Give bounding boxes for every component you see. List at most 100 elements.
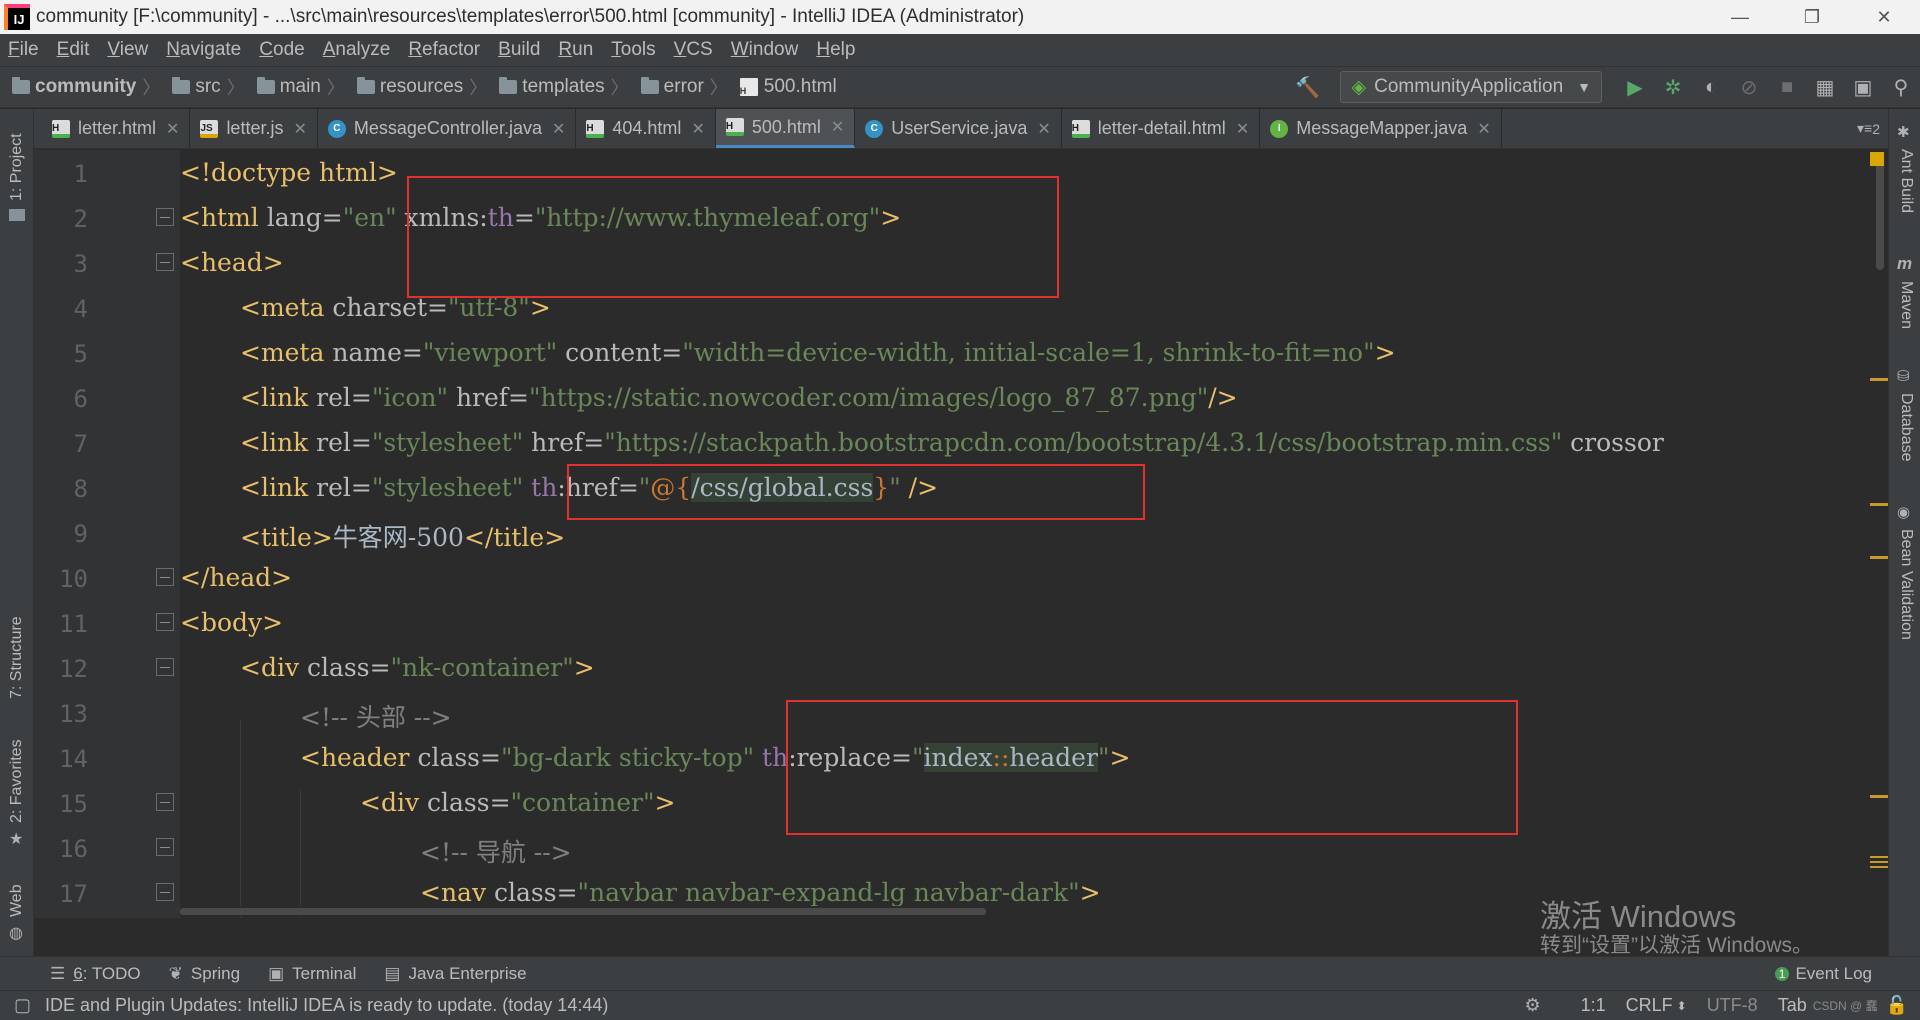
scrollbar-thumb[interactable]	[180, 908, 986, 915]
debug-icon[interactable]: ✲	[1654, 75, 1692, 100]
scrollbar-thumb[interactable]	[1876, 160, 1884, 270]
breadcrumb-resources[interactable]: resources 〉	[345, 74, 487, 100]
menu-analyze[interactable]: Analyze	[314, 39, 400, 61]
presentation-icon[interactable]: ▣	[1844, 75, 1882, 100]
line-separator[interactable]: CRLF	[1626, 995, 1673, 1016]
run-configuration-select[interactable]: ◈ CommunityApplication ▼	[1340, 71, 1602, 103]
fold-marker[interactable]	[156, 838, 174, 856]
search-icon[interactable]: ⚲	[1882, 75, 1920, 100]
close-tab-icon[interactable]: ✕	[1477, 119, 1490, 139]
close-tab-icon[interactable]: ✕	[552, 119, 565, 139]
settings-gear-icon[interactable]: ⚙	[1524, 995, 1540, 1016]
close-tab-icon[interactable]: ✕	[166, 119, 179, 139]
menu-build[interactable]: Build	[489, 39, 549, 61]
menu-run[interactable]: Run	[549, 39, 602, 61]
close-tab-icon[interactable]: ✕	[293, 119, 306, 139]
tab-message-controller[interactable]: C MessageController.java ✕	[318, 109, 577, 148]
menu-refactor[interactable]: Refactor	[399, 39, 489, 61]
tool-java-enterprise[interactable]: ▤ Java Enterprise	[384, 964, 526, 984]
fold-marker[interactable]	[156, 658, 174, 676]
caret-position[interactable]: 1:1	[1581, 995, 1606, 1016]
tool-structure[interactable]: 7: Structure	[8, 616, 26, 699]
fold-marker[interactable]	[156, 883, 174, 901]
line-number: 2	[73, 205, 88, 233]
tool-web[interactable]: Web	[8, 884, 26, 917]
warning-stripe[interactable]	[1870, 866, 1888, 868]
minimize-button[interactable]: —	[1704, 7, 1776, 28]
file-encoding[interactable]: UTF-8	[1707, 995, 1758, 1016]
profile-icon[interactable]: ⊘	[1730, 75, 1768, 100]
close-button[interactable]: ✕	[1848, 7, 1920, 28]
menu-edit[interactable]: Edit	[48, 39, 99, 61]
menu-file[interactable]: File	[0, 39, 48, 61]
stop-icon[interactable]: ■	[1768, 76, 1806, 99]
build-hammer-icon[interactable]: 🔨	[1288, 75, 1326, 100]
project-structure-icon[interactable]: ▦	[1806, 75, 1844, 100]
chevron-down-icon: ▼	[1577, 79, 1591, 95]
tool-ant-build[interactable]: Ant Build	[1897, 149, 1915, 213]
tab-letter-detail-html[interactable]: Hletter-detail.html ✕	[1062, 109, 1261, 148]
lock-icon[interactable]: 🔓	[1886, 995, 1908, 1016]
folder-icon	[256, 77, 275, 94]
warning-stripe[interactable]	[1870, 378, 1888, 381]
fold-marker[interactable]	[156, 793, 174, 811]
indent-setting[interactable]: Tab	[1778, 995, 1807, 1016]
fold-marker[interactable]	[156, 568, 174, 586]
close-tab-icon[interactable]: ✕	[831, 117, 844, 137]
restore-button[interactable]: ❐	[1776, 7, 1848, 28]
toolbar-right: 🔨 ◈ CommunityApplication ▼ ▶ ✲ ◐ ⊘ ■ ▦ ▣…	[1288, 67, 1920, 107]
tab-500-html[interactable]: H 500.html ✕	[715, 109, 856, 148]
editor-vertical-scrollbar[interactable]	[1874, 150, 1888, 918]
breadcrumb-error[interactable]: error 〉	[629, 74, 728, 100]
tool-event-log[interactable]: 1 Event Log	[1774, 964, 1872, 984]
close-tab-icon[interactable]: ✕	[691, 119, 704, 139]
menu-navigate[interactable]: Navigate	[157, 39, 250, 61]
java-class-icon: C	[865, 119, 884, 138]
tool-spring[interactable]: ❦ Spring	[169, 964, 240, 984]
warning-stripe[interactable]	[1870, 856, 1888, 858]
breadcrumb-file[interactable]: H 500.html	[728, 76, 837, 98]
menu-vcs[interactable]: VCS	[665, 39, 722, 61]
menu-view[interactable]: View	[98, 39, 157, 61]
warning-stripe[interactable]	[1870, 861, 1888, 863]
tool-database[interactable]: Database	[1897, 393, 1915, 462]
menu-window[interactable]: Window	[722, 39, 808, 61]
breadcrumb-community[interactable]: community 〉	[0, 74, 160, 100]
warning-stripe[interactable]	[1870, 556, 1888, 559]
run-icon[interactable]: ▶	[1616, 75, 1654, 100]
code-editor[interactable]: <!doctype html> <html lang="en" xmlns:th…	[180, 150, 1888, 918]
fold-marker[interactable]	[156, 208, 174, 226]
tab-404-html[interactable]: H 404.html ✕	[576, 109, 716, 148]
tab-letter-html[interactable]: Hletter.html ✕	[42, 109, 191, 148]
menu-code[interactable]: Code	[250, 39, 313, 61]
close-tab-icon[interactable]: ✕	[1037, 119, 1050, 139]
breadcrumb-src[interactable]: src 〉	[160, 74, 245, 100]
toggle-tool-windows-icon[interactable]: ▢	[14, 995, 31, 1016]
tool-project[interactable]: 1: Project	[8, 133, 26, 201]
analysis-warning-icon[interactable]	[1870, 152, 1884, 166]
project-folder-icon	[9, 209, 25, 221]
tool-bean-validation[interactable]: Bean Validation	[1897, 529, 1915, 640]
fold-marker[interactable]	[156, 253, 174, 271]
menu-tools[interactable]: Tools	[602, 39, 664, 61]
coverage-icon[interactable]: ◐	[1692, 76, 1730, 99]
breadcrumb-main[interactable]: main 〉	[245, 74, 345, 100]
close-tab-icon[interactable]: ✕	[1236, 119, 1249, 139]
tab-user-service[interactable]: C UserService.java ✕	[855, 109, 1062, 148]
breadcrumb-templates[interactable]: templates 〉	[487, 74, 629, 100]
fold-marker[interactable]	[156, 613, 174, 631]
menu-help[interactable]: Help	[807, 39, 864, 61]
warning-stripe[interactable]	[1870, 503, 1888, 506]
tool-maven[interactable]: Maven	[1897, 281, 1915, 329]
terminal-icon: ▣	[268, 963, 285, 983]
tool-favorites[interactable]: 2: Favorites	[8, 739, 26, 823]
tool-todo[interactable]: ☰ 6: TODO	[50, 964, 141, 984]
warning-stripe[interactable]	[1870, 795, 1888, 798]
tab-message-mapper[interactable]: I MessageMapper.java ✕	[1260, 109, 1502, 148]
status-message[interactable]: IDE and Plugin Updates: IntelliJ IDEA is…	[45, 995, 1524, 1016]
tabs-overflow-button[interactable]: ▾≡ 2	[1857, 109, 1880, 148]
tab-letter-js[interactable]: JS letter.js ✕	[190, 109, 318, 148]
tool-terminal[interactable]: ▣ Terminal	[268, 964, 356, 984]
line-number: 16	[59, 835, 88, 863]
tabs-list-icon: ▾≡	[1857, 120, 1873, 136]
